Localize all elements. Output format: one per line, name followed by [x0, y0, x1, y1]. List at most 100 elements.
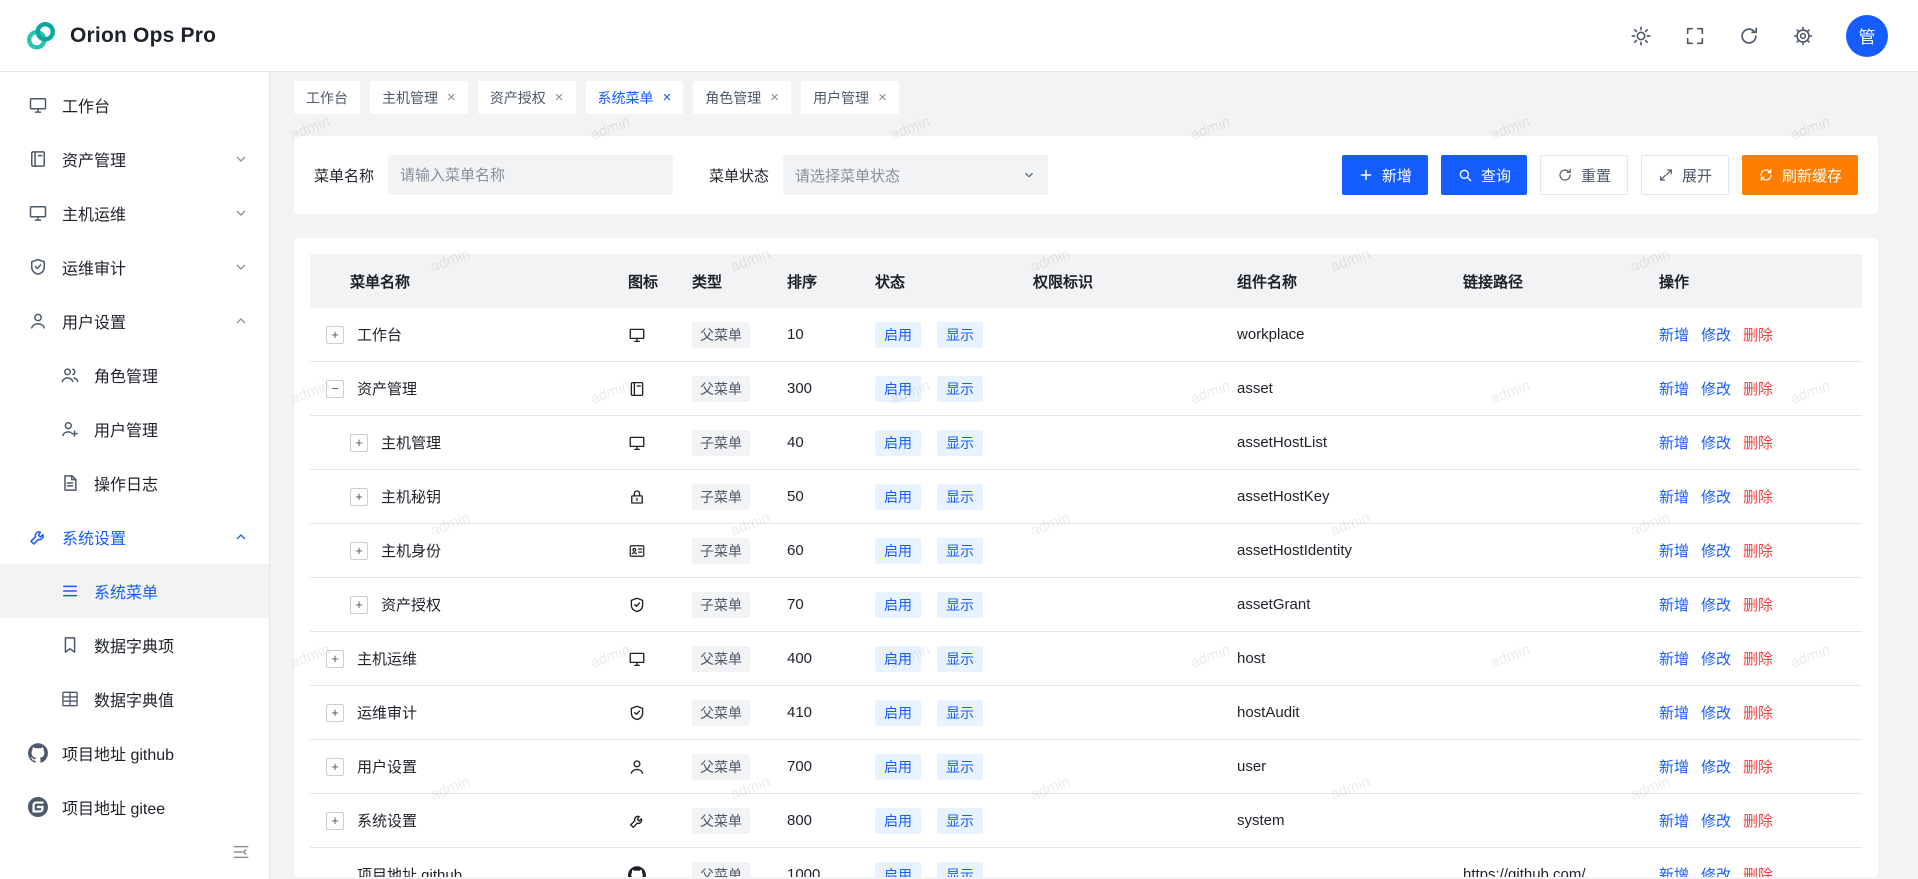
- table-row: +工作台父菜单10启用显示workplace新增修改删除: [310, 308, 1862, 362]
- sidebar-item-asset-management[interactable]: 资产管理: [0, 132, 269, 186]
- row-delete-link[interactable]: 删除: [1743, 864, 1773, 877]
- expand-row-button[interactable]: +: [350, 542, 368, 560]
- sidebar-item-gitee[interactable]: 项目地址 gitee: [0, 780, 269, 834]
- sync-icon: [1758, 167, 1774, 183]
- row-delete-link[interactable]: 删除: [1743, 810, 1773, 831]
- row-delete-link[interactable]: 删除: [1743, 486, 1773, 507]
- expand-row-button[interactable]: +: [350, 434, 368, 452]
- user-avatar[interactable]: 管: [1846, 15, 1888, 57]
- wrench-icon: [628, 812, 646, 830]
- sidebar-fold-button[interactable]: [231, 841, 253, 863]
- expand-row-button[interactable]: +: [326, 326, 344, 344]
- row-delete-link[interactable]: 删除: [1743, 594, 1773, 615]
- row-add-link[interactable]: 新增: [1659, 432, 1689, 453]
- tab-user-management[interactable]: 用户管理 ×: [801, 81, 899, 114]
- tab-label: 资产授权: [490, 88, 546, 108]
- row-edit-link[interactable]: 修改: [1701, 324, 1731, 345]
- sidebar-item-dict-item[interactable]: 数据字典项: [0, 618, 269, 672]
- status-visible-badge: 显示: [937, 484, 983, 510]
- query-button[interactable]: 查询: [1441, 155, 1527, 195]
- row-delete-link[interactable]: 删除: [1743, 648, 1773, 669]
- menu-sort-cell: 410: [787, 704, 875, 721]
- sidebar-item-github[interactable]: 项目地址 github: [0, 726, 269, 780]
- row-edit-link[interactable]: 修改: [1701, 540, 1731, 561]
- refresh-button[interactable]: [1738, 25, 1760, 47]
- expand-rows-button[interactable]: 展开: [1641, 155, 1729, 195]
- row-edit-link[interactable]: 修改: [1701, 648, 1731, 669]
- sidebar-item-ops-audit[interactable]: 运维审计: [0, 240, 269, 294]
- expand-row-button[interactable]: +: [326, 704, 344, 722]
- expand-row-button[interactable]: +: [350, 596, 368, 614]
- row-add-link[interactable]: 新增: [1659, 486, 1689, 507]
- theme-toggle-button[interactable]: [1630, 25, 1652, 47]
- close-icon[interactable]: ×: [447, 90, 456, 105]
- expand-row-button[interactable]: +: [326, 650, 344, 668]
- row-add-link[interactable]: 新增: [1659, 540, 1689, 561]
- row-delete-link[interactable]: 删除: [1743, 756, 1773, 777]
- close-icon[interactable]: ×: [555, 90, 564, 105]
- tab-label: 用户管理: [813, 88, 869, 108]
- row-add-link[interactable]: 新增: [1659, 594, 1689, 615]
- row-edit-link[interactable]: 修改: [1701, 432, 1731, 453]
- menu-name-cell: 项目地址 github: [310, 864, 628, 877]
- sidebar-item-role-management[interactable]: 角色管理: [0, 348, 269, 402]
- expand-row-button[interactable]: +: [350, 488, 368, 506]
- close-icon[interactable]: ×: [878, 90, 887, 105]
- row-delete-link[interactable]: 删除: [1743, 378, 1773, 399]
- plus-icon: [1358, 167, 1374, 183]
- sidebar-item-user-management[interactable]: 用户管理: [0, 402, 269, 456]
- menu-status-cell: 启用显示: [875, 700, 1033, 726]
- row-delete-link[interactable]: 删除: [1743, 702, 1773, 723]
- close-icon[interactable]: ×: [770, 90, 779, 105]
- expand-row-button[interactable]: +: [326, 758, 344, 776]
- sidebar-item-system-settings[interactable]: 系统设置: [0, 510, 269, 564]
- row-add-link[interactable]: 新增: [1659, 648, 1689, 669]
- tab-workbench[interactable]: 工作台: [294, 81, 360, 114]
- row-edit-link[interactable]: 修改: [1701, 702, 1731, 723]
- row-add-link[interactable]: 新增: [1659, 378, 1689, 399]
- row-add-link[interactable]: 新增: [1659, 702, 1689, 723]
- row-edit-link[interactable]: 修改: [1701, 810, 1731, 831]
- sidebar-item-user-settings[interactable]: 用户设置: [0, 294, 269, 348]
- menu-component-cell: workplace: [1237, 326, 1463, 343]
- row-add-link[interactable]: 新增: [1659, 324, 1689, 345]
- row-edit-link[interactable]: 修改: [1701, 594, 1731, 615]
- fullscreen-button[interactable]: [1684, 25, 1706, 47]
- row-delete-link[interactable]: 删除: [1743, 540, 1773, 561]
- refresh-cache-button[interactable]: 刷新缓存: [1742, 155, 1858, 195]
- row-add-link[interactable]: 新增: [1659, 810, 1689, 831]
- tab-host-management[interactable]: 主机管理 ×: [370, 81, 468, 114]
- collapse-row-button[interactable]: −: [326, 380, 344, 398]
- row-add-link[interactable]: 新增: [1659, 756, 1689, 777]
- close-icon[interactable]: ×: [663, 90, 672, 105]
- row-edit-link[interactable]: 修改: [1701, 378, 1731, 399]
- row-delete-link[interactable]: 删除: [1743, 432, 1773, 453]
- sidebar-item-host-ops[interactable]: 主机运维: [0, 186, 269, 240]
- sidebar-item-operation-log[interactable]: 操作日志: [0, 456, 269, 510]
- menu-path-cell: https://github.com/...: [1463, 866, 1659, 877]
- tab-system-menu[interactable]: 系统菜单 ×: [586, 81, 684, 114]
- menu-status-select[interactable]: 请选择菜单状态: [783, 155, 1048, 195]
- reset-button[interactable]: 重置: [1540, 155, 1628, 195]
- filter-buttons: 新增 查询 重置 展开 刷新缓存: [1342, 155, 1858, 195]
- sidebar-item-dict-value[interactable]: 数据字典值: [0, 672, 269, 726]
- row-edit-link[interactable]: 修改: [1701, 486, 1731, 507]
- row-add-link[interactable]: 新增: [1659, 864, 1689, 877]
- asset-icon: [28, 149, 48, 169]
- row-delete-link[interactable]: 删除: [1743, 324, 1773, 345]
- sidebar-item-workbench[interactable]: 工作台: [0, 78, 269, 132]
- tab-role-management[interactable]: 角色管理 ×: [693, 81, 791, 114]
- menu-name-cell: +主机运维: [310, 648, 628, 669]
- expand-row-button[interactable]: +: [326, 812, 344, 830]
- menu-name-input[interactable]: [388, 155, 673, 195]
- settings-button[interactable]: [1792, 25, 1814, 47]
- menu-name-text: 资产管理: [357, 378, 417, 399]
- add-button[interactable]: 新增: [1342, 155, 1428, 195]
- row-edit-link[interactable]: 修改: [1701, 864, 1731, 877]
- menu-type-cell: 父菜单: [692, 376, 787, 402]
- refresh-icon: [1557, 167, 1573, 183]
- tab-bar: 工作台 主机管理 × 资产授权 × 系统菜单 × 角色管理 × 用户管理 ×: [294, 72, 1878, 114]
- row-edit-link[interactable]: 修改: [1701, 756, 1731, 777]
- sidebar-item-system-menu[interactable]: 系统菜单: [0, 564, 269, 618]
- tab-asset-grant[interactable]: 资产授权 ×: [478, 81, 576, 114]
